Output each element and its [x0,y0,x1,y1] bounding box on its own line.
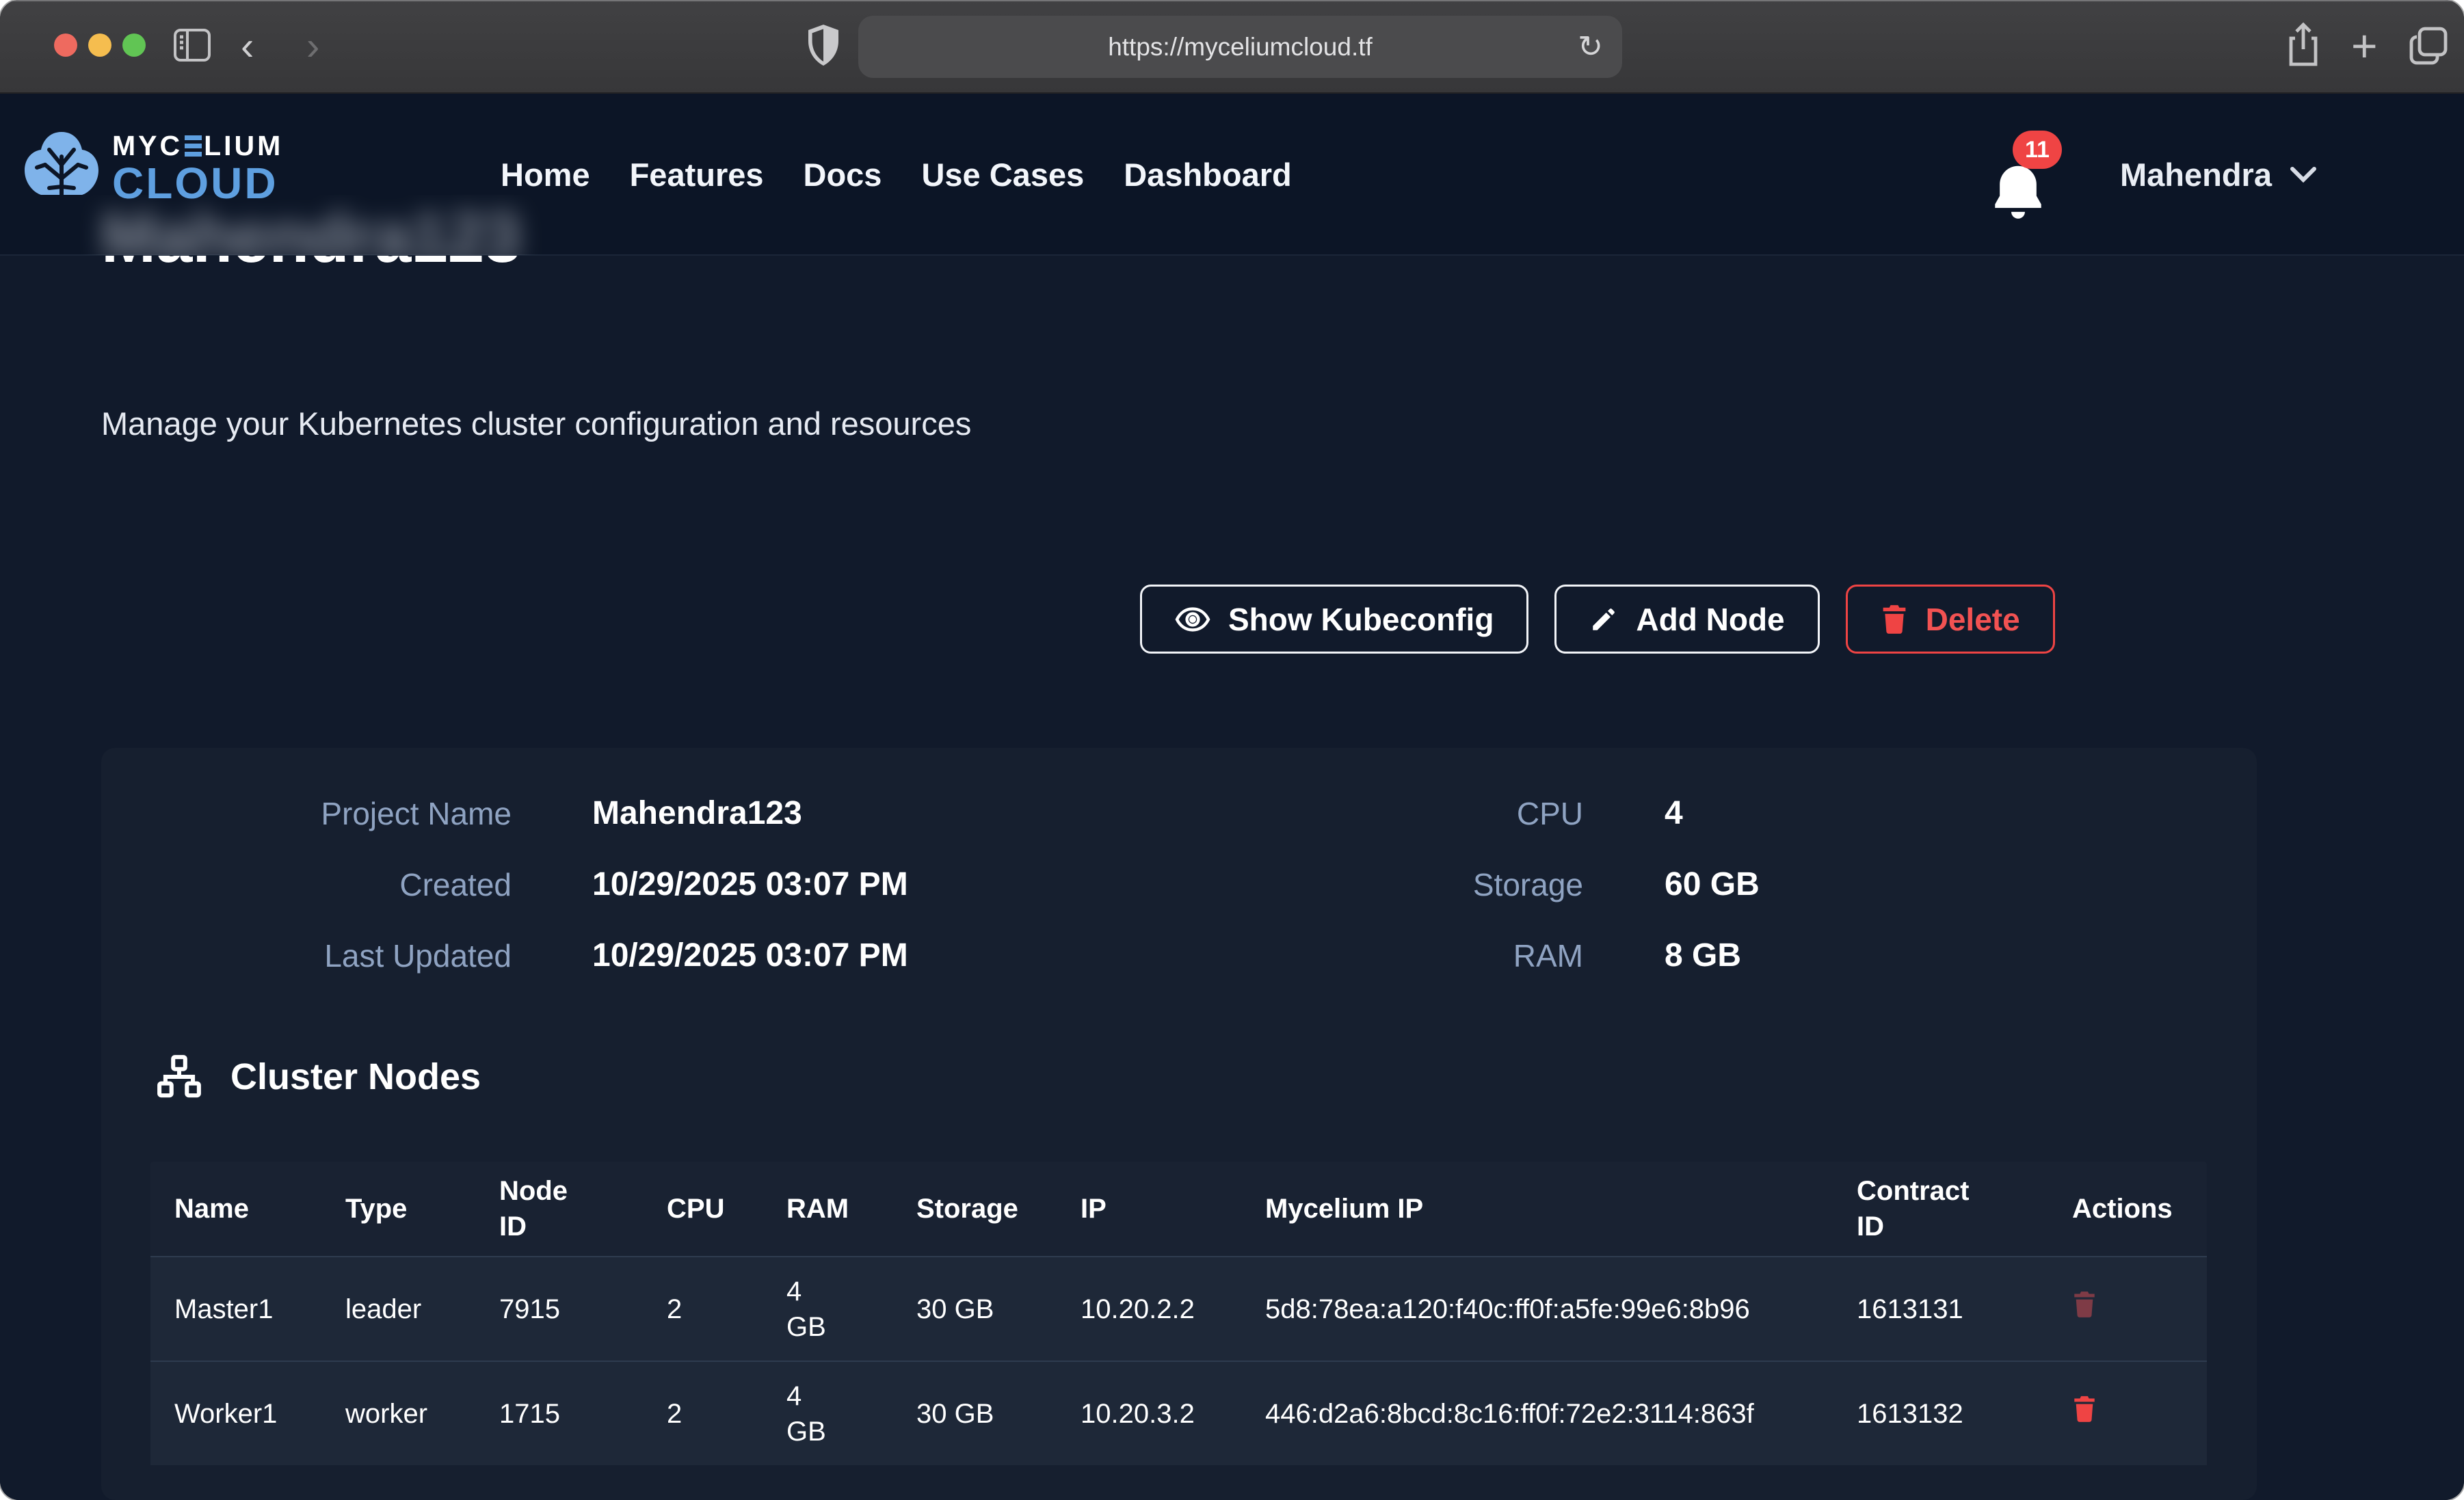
node-mycelium-ip: 5d8:78ea:a120:f40c:ff0f:a5fe:99e6:8b96 [1241,1291,1833,1327]
node-type: worker [321,1396,475,1432]
node-ram: 4 GB [763,1378,892,1449]
traffic-light-minimize[interactable] [88,34,111,57]
nav-item-features[interactable]: Features [630,156,764,193]
browser-chrome: ‹ › https://myceliumcloud.tf ↻ + [0,0,2464,94]
cluster-actions: Show Kubeconfig Add Node Delete [1140,585,2055,654]
delete-node-button[interactable] [2072,1395,2097,1423]
logo-e-bars-icon [185,135,202,157]
mycelium-logo-icon [21,126,103,210]
col-mycelium-ip: Mycelium IP [1241,1191,1833,1227]
sidebar-toggle-button[interactable] [172,27,212,63]
bell-icon [1987,161,2050,226]
eye-icon [1175,606,1210,632]
col-contract-id: Contract ID [1833,1173,2048,1244]
node-mycelium-ip: 446:d2a6:8bcd:8c16:ff0f:72e2:3114:863f [1241,1396,1833,1432]
trash-icon [1881,604,1908,635]
node-storage: 30 GB [892,1396,1057,1432]
detail-row-cpu: CPU 4 [1127,794,1683,832]
node-cpu: 2 [643,1291,763,1327]
reload-button[interactable]: ↻ [1578,29,1603,64]
trash-icon [2072,1395,2097,1423]
table-row: Worker1 worker 1715 2 4 GB 30 GB 10.20.3… [150,1361,2207,1465]
node-contract-id: 1613132 [1833,1396,2048,1432]
brand-logo[interactable]: MYCLIUM CLOUD [21,126,283,210]
cluster-nodes-heading: Cluster Nodes [157,1054,481,1099]
top-navigation: MYCLIUM CLOUD Home Features Docs Use Cas… [0,94,2464,256]
nav-item-home[interactable]: Home [501,156,590,193]
nav-item-docs[interactable]: Docs [804,156,882,193]
nav-item-use-cases[interactable]: Use Cases [921,156,1084,193]
logo-word-cloud: CLOUD [112,161,283,205]
chevron-down-icon [2290,166,2317,184]
tabs-overview-button[interactable] [2407,25,2450,67]
col-type: Type [321,1191,475,1227]
node-id: 1715 [475,1396,643,1432]
node-type: leader [321,1291,475,1327]
page-title: Mahendra123 [101,256,922,289]
app-content: MYCLIUM CLOUD Home Features Docs Use Cas… [0,94,2464,1500]
user-name: Mahendra [2120,156,2272,193]
trash-icon [2072,1290,2097,1319]
show-kubeconfig-button[interactable]: Show Kubeconfig [1140,585,1528,654]
node-name: Master1 [150,1291,321,1327]
col-name: Name [150,1191,321,1227]
add-node-button[interactable]: Add Node [1554,585,1819,654]
back-button[interactable]: ‹ [241,26,254,67]
delete-cluster-button[interactable]: Delete [1846,585,2055,654]
detail-row-storage: Storage 60 GB [1127,866,1760,903]
user-menu[interactable]: Mahendra [2120,94,2317,256]
url-input[interactable]: https://myceliumcloud.tf ↻ [858,16,1622,78]
notifications-button[interactable]: 11 [1987,133,2069,229]
node-ram: 4 GB [763,1274,892,1345]
col-cpu: CPU [643,1191,763,1227]
detail-row-ram: RAM 8 GB [1127,937,1741,974]
traffic-light-close[interactable] [54,34,77,57]
node-ip: 10.20.3.2 [1057,1396,1241,1432]
detail-row-last-updated: Last Updated 10/29/2025 03:07 PM [101,937,908,974]
cluster-details-card: Project Name Mahendra123 Created 10/29/2… [101,748,2257,1500]
share-button[interactable] [2284,21,2322,70]
pencil-icon [1589,605,1618,634]
browser-window: ‹ › https://myceliumcloud.tf ↻ + [0,0,2464,1500]
node-ip: 10.20.2.2 [1057,1291,1241,1327]
notification-badge: 11 [2013,131,2062,169]
page-subtitle: Manage your Kubernetes cluster configura… [101,405,971,442]
traffic-light-zoom[interactable] [122,34,146,57]
new-tab-button[interactable]: + [2351,27,2378,64]
nav-links: Home Features Docs Use Cases Dashboard [501,94,1292,256]
table-header-row: Name Type Node ID CPU RAM Storage IP Myc… [150,1162,2207,1256]
node-storage: 30 GB [892,1291,1057,1327]
delete-node-button[interactable] [2072,1290,2097,1319]
logo-word-mycelium: MYCLIUM [112,132,283,160]
col-ram: RAM [763,1191,892,1227]
cluster-nodes-table: Name Type Node ID CPU RAM Storage IP Myc… [150,1162,2207,1465]
col-node-id: Node ID [475,1173,643,1244]
forward-button[interactable]: › [306,26,319,67]
node-id: 7915 [475,1291,643,1327]
col-ip: IP [1057,1191,1241,1227]
col-actions: Actions [2048,1191,2207,1227]
sitemap-icon [157,1054,202,1099]
detail-row-created: Created 10/29/2025 03:07 PM [101,866,908,903]
nav-item-dashboard[interactable]: Dashboard [1124,156,1292,193]
url-text: https://myceliumcloud.tf [1108,33,1373,62]
table-row: Master1 leader 7915 2 4 GB 30 GB 10.20.2… [150,1256,2207,1361]
col-storage: Storage [892,1191,1057,1227]
node-contract-id: 1613131 [1833,1291,2048,1327]
node-cpu: 2 [643,1396,763,1432]
detail-row-project-name: Project Name Mahendra123 [101,794,802,832]
node-name: Worker1 [150,1396,321,1432]
privacy-shield-icon[interactable] [806,23,841,67]
